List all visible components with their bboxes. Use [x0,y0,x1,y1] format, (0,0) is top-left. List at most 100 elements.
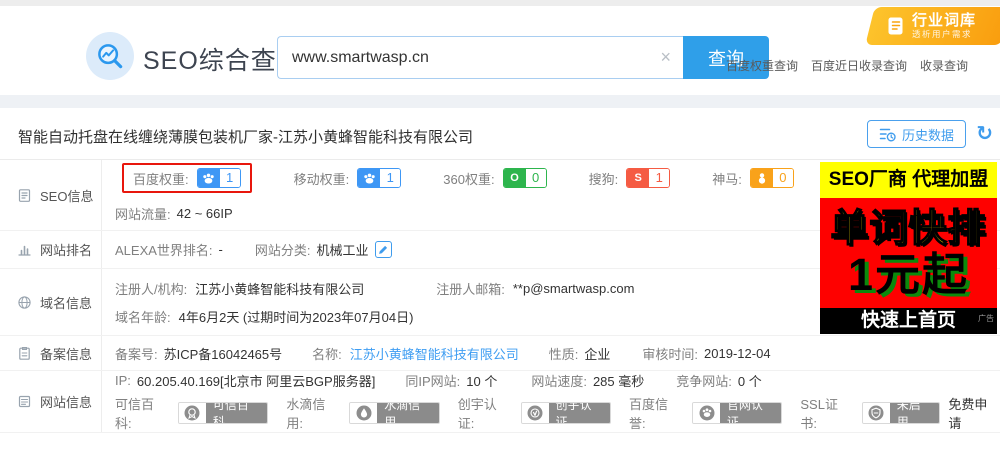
alexa-label: ALEXA世界排名: [115,243,213,258]
sogou-icon: S [627,169,650,188]
weight-label: 百度权重: [133,171,189,187]
weight-item-baidu: 百度权重: 1 [133,168,241,189]
weight-value: 1 [380,169,401,188]
header-links: 百度权重查询 百度近日收录查询 收录查询 [726,57,968,74]
water-drop-icon [350,403,378,423]
edit-category-icon[interactable] [374,241,392,258]
section-icp-info: 备案信息 备案号: 苏ICP备16042465号 名称: 江苏小黄蜂智能科技有限… [0,336,1000,371]
baidu-official-cert-badge[interactable]: 官网认证 [692,402,783,424]
email-label: 注册人邮箱: [436,281,505,297]
cert-label: 可信百科: [115,397,155,431]
ad-banner[interactable]: SEO厂商 代理加盟 单词快排 1元起 快速上首页 广告 [820,162,997,334]
ssl-shield-icon [863,403,890,423]
baidu-weight-highlight-box: 百度权重: 1 [122,163,252,194]
ad-line4-bar: 快速上首页 广告 [820,308,997,334]
360-icon: O [503,169,526,188]
speed-label: 网站速度: [531,374,587,389]
sidebar-item-seo-info[interactable]: SEO信息 [0,160,102,230]
globe-icon [18,295,31,309]
ad-line1: SEO厂商 代理加盟 [820,162,997,198]
weight-value: 1 [649,169,670,188]
ssl-cert-badge[interactable]: 未启用 [862,402,941,424]
sidebar-item-icp-info[interactable]: 备案信息 [0,336,102,370]
icp-audit-label: 审核时间: [642,346,699,362]
ad-body: 单词快排 1元起 [820,198,997,308]
header: SEO综合查询 × 查询 百度权重查询 百度近日收录查询 收录查询 行业词库 [0,6,1000,95]
ad-line2: 单词快排 [830,207,987,250]
icp-nature-label: 性质: [548,346,579,362]
history-data-button[interactable]: 历史数据 [866,120,966,148]
v-circle-icon [521,403,549,423]
clipboard-icon [19,346,30,360]
ip-row: IP: 60.205.40.169[北京市 阿里云BGP服务器] 同IP网站: … [115,371,1000,390]
search-input-wrap: × [277,36,683,79]
ip-label: IP: [115,373,131,388]
seo-query-page: SEO综合查询 × 查询 百度权重查询 百度近日收录查询 收录查询 行业词库 [0,0,1000,451]
link-baidu-weight-query[interactable]: 百度权重查询 [726,57,798,74]
registrant-value: 江苏小黄蜂智能科技有限公司 [195,281,365,297]
cert-badge-text: 未启用 [889,403,940,423]
weight-value: 0 [525,169,546,188]
sidebar-item-label: 网站排名 [40,243,93,258]
weight-label: 360权重: [443,171,495,187]
page-title: 智能自动托盘在线缠绕薄膜包装机厂家-江苏小黄蜂智能科技有限公司 [18,129,473,146]
link-baidu-recent-index-query[interactable]: 百度近日收录查询 [811,57,907,74]
shenma-weight-badge[interactable]: 0 [749,168,794,189]
shenma-icon [750,169,773,188]
trusted-baike-badge[interactable]: 可信百科 [178,402,269,424]
icp-audit-value: 2019-12-04 [704,345,771,361]
app-logo [86,32,134,80]
weight-item-shenma: 神马: 0 [712,168,794,189]
industry-thesaurus-ribbon[interactable]: 行业词库 透析用户需求 [865,7,1000,45]
weight-item-360: 360权重: O 0 [443,168,547,189]
icp-name-link[interactable]: 江苏小黄蜂智能科技有限公司 [350,344,519,363]
free-apply-link[interactable]: 免费申请 [948,394,1000,432]
baidu-paw-icon [693,403,720,423]
competitor-label: 竞争网站: [676,374,732,389]
sogou-weight-badge[interactable]: S 1 [626,168,671,189]
weight-label: 移动权重: [293,171,350,187]
certs-row: 可信百科: 可信百科 水滴信用: 水滴信用 创宇认证: 创宇认证 百度信誉: 官… [115,394,1000,432]
cert-chuangyu: 创宇认证: 创宇认证 [458,394,612,432]
same-ip-label: 同IP网站: [405,374,461,389]
mobile-weight-badge[interactable]: 1 [357,168,402,189]
section-divider-band [0,95,1000,108]
registrant-label: 注册人/机构: [115,281,188,297]
same-ip-value: 10 个 [466,374,498,389]
search-input[interactable] [277,36,683,79]
speed-value: 285 毫秒 [592,374,645,389]
chuangyu-cert-badge[interactable]: 创宇认证 [520,402,612,424]
section-site-info: 网站信息 IP: 60.205.40.169[北京市 阿里云BGP服务器] 同I… [0,371,1000,433]
sidebar-item-label: SEO信息 [40,188,94,204]
weight-label: 神马: [712,171,742,187]
baidu-paw-icon [358,169,381,188]
link-index-query[interactable]: 收录查询 [920,57,968,74]
water-drop-credit-badge[interactable]: 水滴信用 [349,402,440,424]
ad-tag: 广告 [978,314,994,323]
ribbon-title: 行业词库 [912,12,977,30]
book-icon [888,17,903,34]
cert-badge-text: 可信百科 [205,403,268,423]
sidebar-item-site-rank[interactable]: 网站排名 [0,231,102,268]
sidebar-item-domain-info[interactable]: 域名信息 [0,269,102,335]
360-weight-badge[interactable]: O 0 [502,168,547,189]
cert-label: 水滴信用: [286,397,326,431]
weight-value: 1 [219,169,240,188]
sidebar-item-site-info[interactable]: 网站信息 [0,371,102,432]
cert-trusted-baike: 可信百科: 可信百科 [115,394,269,432]
cert-label: SSL证书: [800,397,838,431]
weight-item-sogou: 搜狗: S 1 [589,168,671,189]
baidu-weight-badge[interactable]: 1 [196,168,241,189]
email-value: **p@smartwasp.com [512,280,635,296]
result-title-bar: 智能自动托盘在线缠绕薄膜包装机厂家-江苏小黄蜂智能科技有限公司 历史数据 ↻ [0,108,1000,160]
clear-icon[interactable]: × [660,45,671,69]
cert-label: 百度信誉: [629,397,669,431]
ip-value: 60.205.40.169[北京市 阿里云BGP服务器] [136,374,376,389]
ribbon-subtitle: 透析用户需求 [912,28,973,39]
refresh-icon[interactable]: ↻ [976,121,993,146]
sidebar-item-label: 网站信息 [40,395,93,410]
cert-baidu-xinyu: 百度信誉: 官网认证 [629,394,783,432]
icp-row: 备案号: 苏ICP备16042465号 名称: 江苏小黄蜂智能科技有限公司 性质… [115,344,1000,363]
cert-badge-text: 水滴信用 [377,403,439,423]
icp-nature-value: 企业 [584,346,611,362]
